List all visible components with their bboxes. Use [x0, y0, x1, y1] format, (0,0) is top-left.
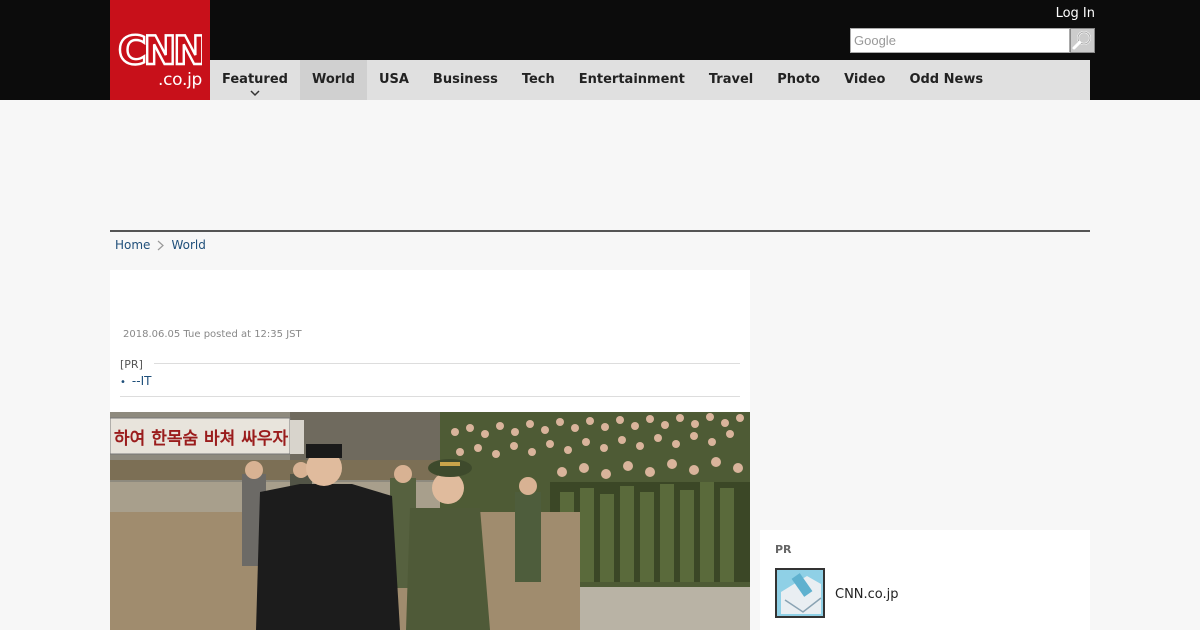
- app-icon: [777, 570, 823, 616]
- chevron-right-icon: [158, 240, 165, 250]
- nav-item-label: USA: [378, 72, 409, 87]
- cnn-logo[interactable]: CNN .co.jp: [110, 0, 210, 100]
- nav-item-usa[interactable]: USA: [367, 60, 421, 100]
- main-nav: Featured World USA Business Tech Enterta…: [210, 60, 1090, 100]
- photo-banner-text: 하여 한목숨 바쳐 싸우자!: [114, 429, 296, 449]
- pr-link[interactable]: --IT: [132, 374, 152, 388]
- breadcrumb-home[interactable]: Home: [115, 238, 150, 252]
- nav-item-video[interactable]: Video: [832, 60, 897, 100]
- nav-item-label: Odd News: [909, 72, 984, 87]
- sidebar-pr-panel: PR CNN.co.jp: [760, 530, 1090, 630]
- nav-item-label: Business: [432, 72, 498, 87]
- article-date: 2018.06.05 Tue posted at 12:35 JST: [123, 329, 302, 340]
- magnifier-icon: [1072, 31, 1091, 50]
- nav-item-label: Tech: [521, 72, 555, 87]
- pr-header: [PR]: [120, 358, 740, 371]
- pr-label: [PR]: [120, 358, 143, 371]
- nav-item-business[interactable]: Business: [421, 60, 510, 100]
- section-divider: [110, 230, 1090, 232]
- app-thumbnail[interactable]: [775, 568, 825, 618]
- article-photo[interactable]: 하여 한목숨 바쳐 싸우자!: [110, 412, 750, 630]
- nav-item-odd-news[interactable]: Odd News: [897, 60, 995, 100]
- nav-item-label: Photo: [777, 72, 821, 87]
- nav-item-label: Video: [844, 72, 886, 87]
- breadcrumb-world[interactable]: World: [171, 238, 205, 252]
- nav-item-label: Featured: [222, 72, 288, 87]
- logo-text: CNN: [118, 29, 202, 68]
- article-card: 2018.06.05 Tue posted at 12:35 JST [PR] …: [110, 270, 750, 630]
- pr-link-item[interactable]: • --IT: [120, 374, 151, 388]
- bullet-icon: •: [120, 377, 126, 388]
- nav-item-travel[interactable]: Travel: [697, 60, 765, 100]
- nav-item-featured[interactable]: Featured: [210, 60, 300, 100]
- nav-item-label: Travel: [708, 72, 754, 87]
- pr-divider: [154, 363, 740, 364]
- breadcrumb: Home World: [115, 238, 206, 252]
- search-box[interactable]: [850, 28, 1070, 53]
- logo-domain: .co.jp: [158, 70, 202, 90]
- nav-item-world[interactable]: World: [299, 60, 367, 100]
- chevron-down-icon: [250, 90, 260, 97]
- nav-item-label: World: [311, 72, 355, 87]
- nav-item-photo[interactable]: Photo: [765, 60, 832, 100]
- nav-item-label: Entertainment: [578, 72, 685, 87]
- sidebar-pr-title: PR: [775, 543, 792, 556]
- nav-item-entertainment[interactable]: Entertainment: [567, 60, 697, 100]
- search-input[interactable]: [851, 29, 1069, 52]
- login-link[interactable]: Log In: [1056, 6, 1095, 21]
- cnn-logo-mark: CNN: [118, 28, 202, 68]
- search-button[interactable]: [1070, 28, 1095, 53]
- pr-divider-bottom: [120, 396, 740, 397]
- nav-item-tech[interactable]: Tech: [510, 60, 567, 100]
- sidebar-pr-item-name[interactable]: CNN.co.jp: [835, 587, 899, 602]
